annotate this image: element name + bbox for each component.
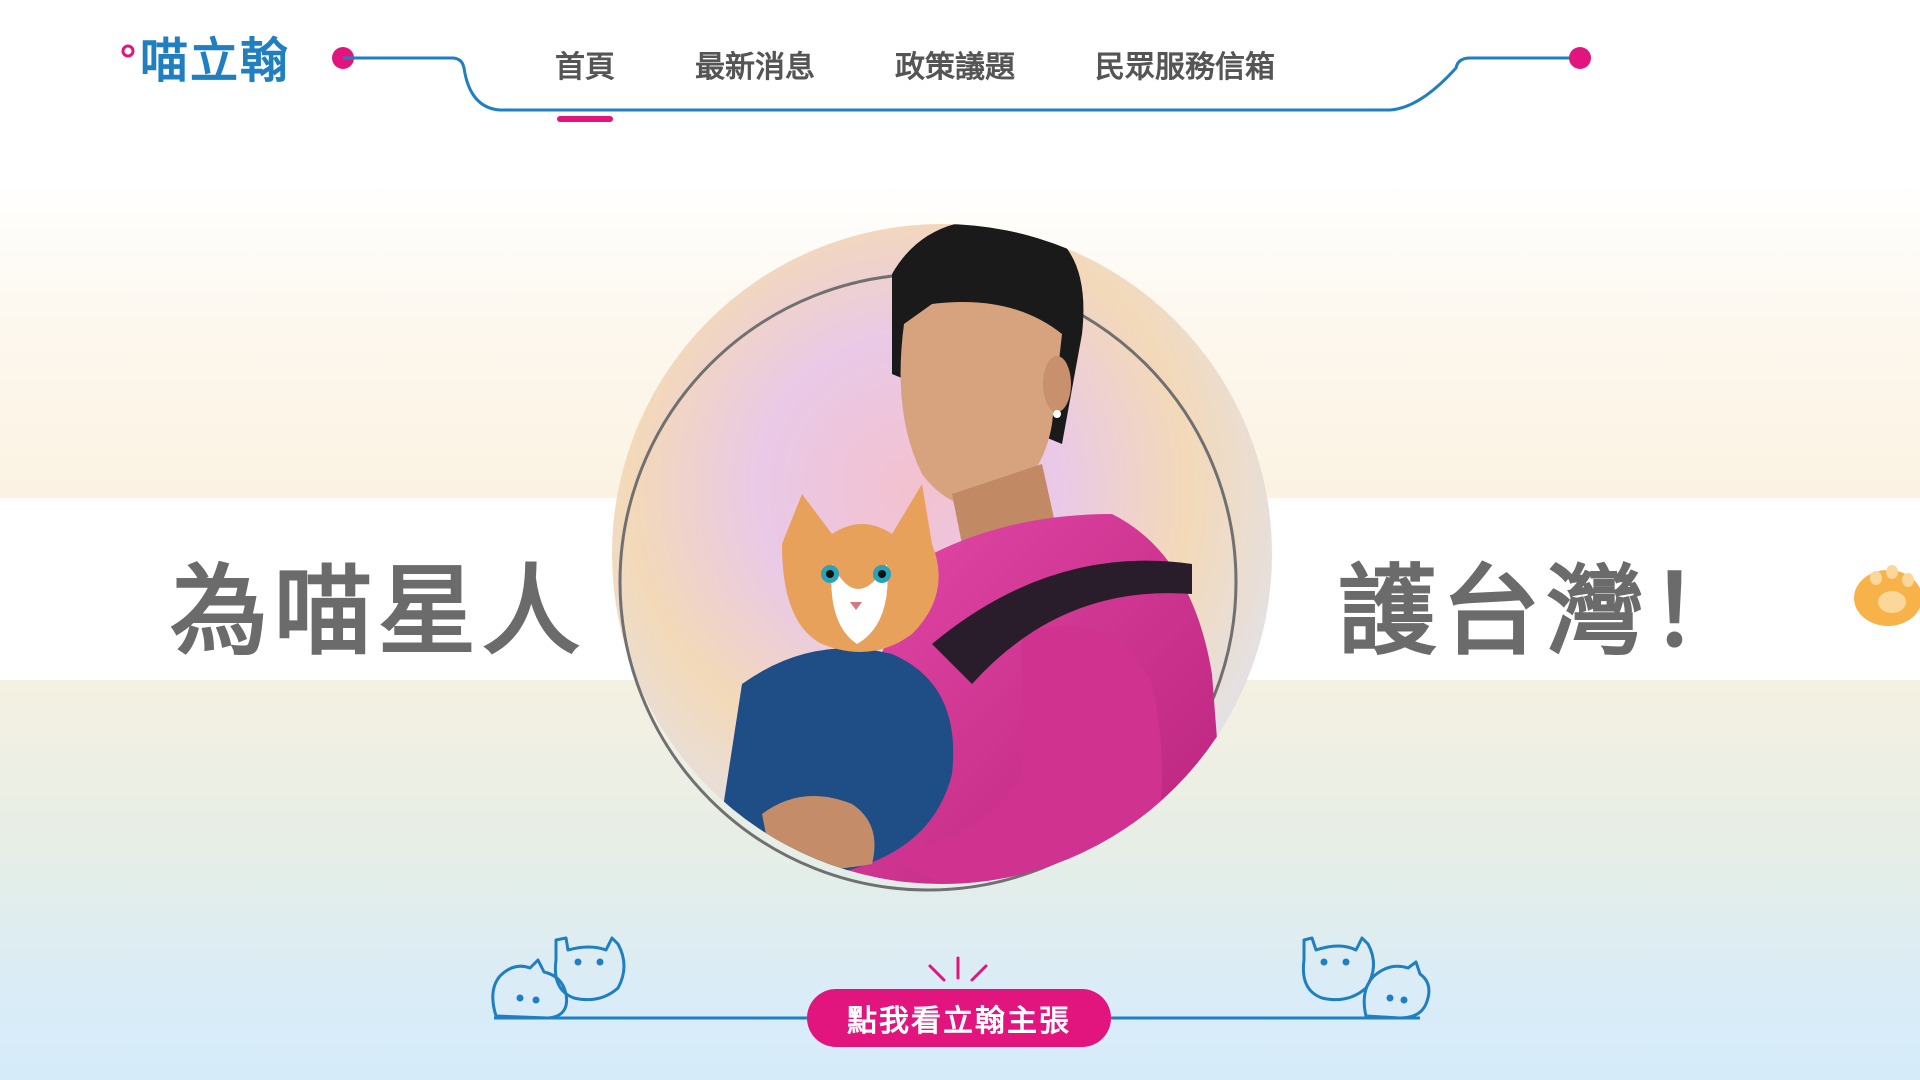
cat-doodle-left-icon — [491, 936, 626, 1020]
sparkle-icon — [928, 956, 988, 982]
cat-doodle-right-icon — [1301, 936, 1431, 1020]
bottom-decor — [491, 936, 1431, 1020]
cta-view-policy-button[interactable]: 點我看立翰主張 — [807, 989, 1111, 1047]
